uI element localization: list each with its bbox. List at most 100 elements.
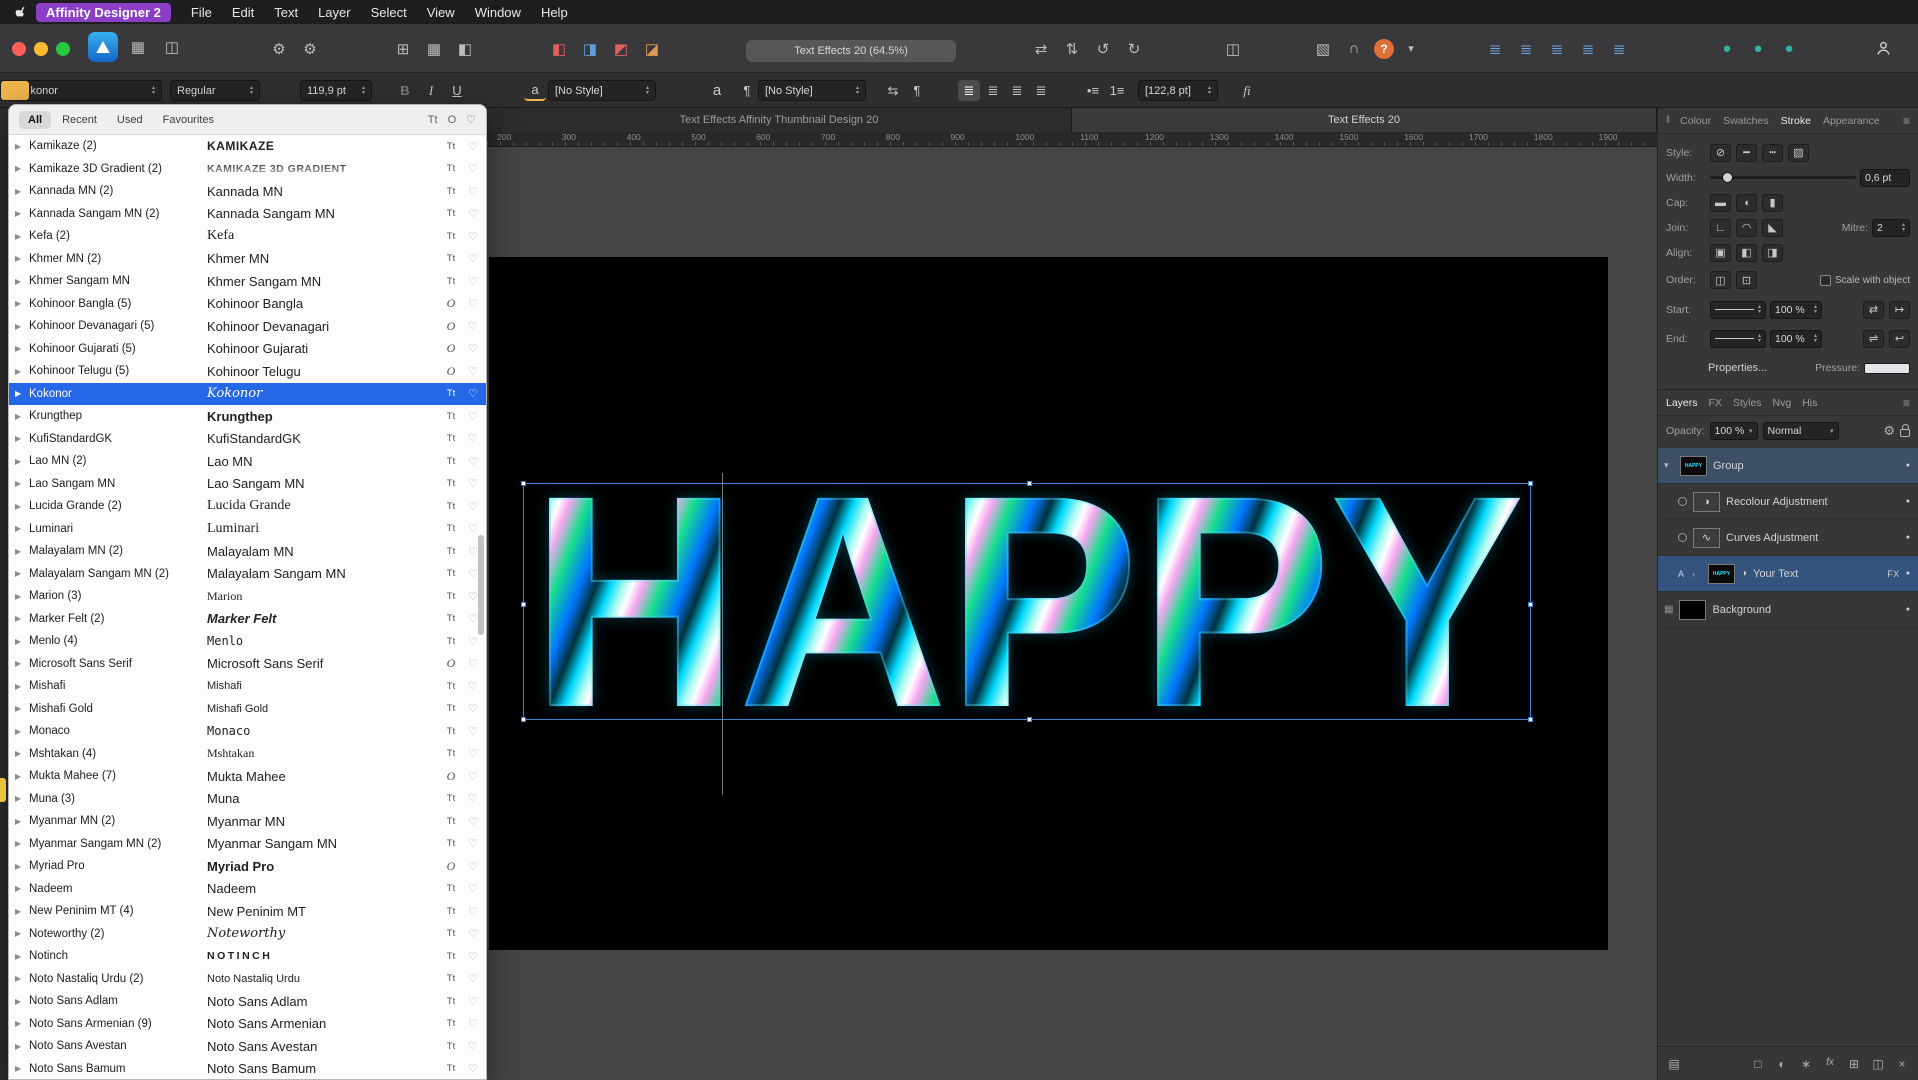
resize-handle-bl[interactable] bbox=[521, 717, 526, 722]
transform-mode-icon[interactable]: ▧ bbox=[1312, 38, 1334, 60]
resize-handle-br[interactable] bbox=[1528, 717, 1533, 722]
font-row-new-peninim-mt-4[interactable]: ▶ New Peninim MT (4) New Peninim MT Tt ♡ bbox=[9, 900, 486, 923]
expand-triangle-icon[interactable]: ▶ bbox=[15, 682, 29, 691]
font-row-noto-sans-bamum[interactable]: ▶ Noto Sans Bamum Noto Sans Bamum Tt ♡ bbox=[9, 1058, 486, 1080]
layer-options-icon[interactable]: ▤ bbox=[1666, 1057, 1682, 1071]
stroke-width-value[interactable]: 0,6 pt bbox=[1860, 168, 1910, 187]
font-type-column-icon[interactable]: Tt bbox=[428, 114, 438, 126]
expand-triangle-icon[interactable]: ▶ bbox=[15, 907, 29, 916]
favourite-icon[interactable]: ♡ bbox=[462, 792, 478, 805]
stroke-back-button[interactable]: ⊡ bbox=[1736, 271, 1757, 289]
menu-layer[interactable]: Layer bbox=[308, 3, 361, 22]
expand-triangle-icon[interactable]: ▶ bbox=[15, 502, 29, 511]
character-style-combo[interactable]: [No Style] ▴ ▾ bbox=[548, 80, 656, 101]
expand-triangle-icon[interactable]: ▶ bbox=[15, 1064, 29, 1073]
underline-button[interactable]: U bbox=[446, 80, 468, 101]
font-row-notinch[interactable]: ▶ Notinch NOTINCH Tt ♡ bbox=[9, 945, 486, 968]
italic-button[interactable]: I bbox=[420, 80, 442, 101]
font-row-mishafi-gold[interactable]: ▶ Mishafi Gold Mishafi Gold Tt ♡ bbox=[9, 698, 486, 721]
font-size-combo[interactable]: 119,9 pt ▴ ▾ bbox=[300, 80, 372, 101]
stroke-dash-button[interactable]: ┅ bbox=[1762, 143, 1783, 162]
favourite-icon[interactable]: ♡ bbox=[462, 297, 478, 310]
expand-triangle-icon[interactable]: ▶ bbox=[15, 457, 29, 466]
favourite-icon[interactable]: ♡ bbox=[462, 770, 478, 783]
stepper-icon[interactable]: ▴ ▾ bbox=[1814, 333, 1817, 344]
expand-triangle-icon[interactable]: ▶ bbox=[15, 322, 29, 331]
font-row-kamikaze-3d-gradient-2[interactable]: ▶ Kamikaze 3D Gradient (2) KAMIKAZE 3D GRA… bbox=[9, 158, 486, 181]
favourites-column-icon[interactable]: ♡ bbox=[466, 113, 476, 126]
resize-handle-tm[interactable] bbox=[1027, 481, 1032, 486]
slider-knob[interactable] bbox=[1721, 172, 1733, 183]
font-row-malayalam-mn-2[interactable]: ▶ Malayalam MN (2) Malayalam MN Tt ♡ bbox=[9, 540, 486, 563]
font-row-noto-sans-adlam[interactable]: ▶ Noto Sans Adlam Noto Sans Adlam Tt ♡ bbox=[9, 990, 486, 1013]
layer-target-icon[interactable] bbox=[1678, 497, 1687, 506]
blend-mode-dropdown[interactable]: Normal ▾ bbox=[1762, 422, 1839, 440]
expand-triangle-icon[interactable]: ▶ bbox=[15, 704, 29, 713]
font-row-kamikaze-2[interactable]: ▶ Kamikaze (2) KAMIKAZE Tt ♡ bbox=[9, 135, 486, 158]
expand-triangle-icon[interactable]: ▶ bbox=[15, 749, 29, 758]
snapping-grid-icon[interactable]: ▦ bbox=[423, 38, 445, 60]
chevron-right-icon[interactable]: › bbox=[1692, 569, 1702, 579]
expand-triangle-icon[interactable]: ▶ bbox=[15, 727, 29, 736]
bold-button[interactable]: B bbox=[394, 80, 416, 101]
favourite-icon[interactable]: ♡ bbox=[462, 927, 478, 940]
help-button[interactable]: ? bbox=[1374, 38, 1394, 59]
align-left-button[interactable]: ≣ bbox=[958, 80, 980, 101]
favourite-icon[interactable]: ♡ bbox=[462, 500, 478, 513]
font-row-luminari[interactable]: ▶ Luminari Luminari Tt ♡ bbox=[9, 518, 486, 541]
expand-triangle-icon[interactable]: ▶ bbox=[15, 974, 29, 983]
favourite-icon[interactable]: ♡ bbox=[462, 972, 478, 985]
apple-menu-icon[interactable] bbox=[10, 6, 32, 19]
favourite-icon[interactable]: ♡ bbox=[462, 252, 478, 265]
layer-thumbnail[interactable]: HAPPY bbox=[1680, 455, 1707, 476]
artboard[interactable]: HAPPY bbox=[489, 257, 1608, 950]
align-tool-button-4[interactable]: ≣ bbox=[1577, 38, 1599, 60]
tab-favourites[interactable]: Favourites bbox=[154, 111, 223, 129]
font-row-mshtakan-4[interactable]: ▶ Mshtakan (4) Mshtakan Tt ♡ bbox=[9, 743, 486, 766]
favourite-icon[interactable]: ♡ bbox=[462, 590, 478, 603]
ligatures-button[interactable]: fi bbox=[1236, 80, 1258, 101]
canvas-text[interactable]: HAPPY bbox=[530, 451, 1524, 753]
stroke-align-centre-button[interactable]: ▣ bbox=[1710, 243, 1731, 262]
menu-file[interactable]: File bbox=[181, 3, 222, 22]
tab-appearance[interactable]: Appearance bbox=[1823, 115, 1880, 127]
cap-square-button[interactable]: ▮ bbox=[1762, 193, 1783, 212]
opacity-dropdown[interactable]: 100 % ▾ bbox=[1709, 422, 1758, 440]
flip-vertical-icon[interactable]: ⇅ bbox=[1061, 38, 1083, 60]
favourite-icon[interactable]: ♡ bbox=[462, 477, 478, 490]
font-list-scrollbar[interactable] bbox=[478, 535, 484, 635]
bullet-list-button[interactable]: •≡ bbox=[1082, 80, 1104, 101]
expand-triangle-icon[interactable]: ▶ bbox=[15, 614, 29, 623]
stroke-width-slider[interactable] bbox=[1710, 172, 1856, 183]
expand-triangle-icon[interactable]: ▶ bbox=[15, 277, 29, 286]
tab-stroke[interactable]: Stroke bbox=[1781, 115, 1811, 127]
visibility-dot[interactable]: ● bbox=[1906, 498, 1910, 505]
font-row-kufistandardgk[interactable]: ▶ KufiStandardGK KufiStandardGK Tt ♡ bbox=[9, 428, 486, 451]
favourite-icon[interactable]: ♡ bbox=[462, 702, 478, 715]
favourite-icon[interactable]: ♡ bbox=[462, 680, 478, 693]
font-row-menlo-4[interactable]: ▶ Menlo (4) Menlo Tt ♡ bbox=[9, 630, 486, 653]
expand-triangle-icon[interactable]: ▶ bbox=[15, 952, 29, 961]
visibility-dot[interactable]: ● bbox=[1906, 606, 1910, 613]
panel-menu-icon[interactable]: ≡ bbox=[1903, 396, 1910, 410]
cap-butt-button[interactable]: ▬ bbox=[1710, 193, 1731, 212]
expand-triangle-icon[interactable]: ▶ bbox=[15, 389, 29, 398]
expand-triangle-icon[interactable]: ▶ bbox=[15, 209, 29, 218]
baseline-shift-icon[interactable]: ⇆ bbox=[882, 80, 904, 101]
font-row-kefa-2[interactable]: ▶ Kefa (2) Kefa Tt ♡ bbox=[9, 225, 486, 248]
end-scale-value[interactable]: 100 % ▴ ▾ bbox=[1770, 329, 1822, 348]
end-line-style-dropdown[interactable]: ▴ ▾ bbox=[1710, 329, 1766, 348]
favourite-icon[interactable]: ♡ bbox=[462, 657, 478, 670]
expand-triangle-icon[interactable]: ▶ bbox=[15, 839, 29, 848]
font-row-kohinoor-telugu-5[interactable]: ▶ Kohinoor Telugu (5) Kohinoor Telugu O ♡ bbox=[9, 360, 486, 383]
tab-layers[interactable]: Layers bbox=[1666, 397, 1698, 409]
blend-options-gear-icon[interactable]: ⚙ bbox=[1883, 423, 1895, 439]
rotate-ccw-icon[interactable]: ↺ bbox=[1092, 38, 1114, 60]
rotate-cw-icon[interactable]: ↻ bbox=[1123, 38, 1145, 60]
favourite-icon[interactable]: ♡ bbox=[462, 747, 478, 760]
expand-triangle-icon[interactable]: ▶ bbox=[15, 187, 29, 196]
adjustment-layer-button[interactable]: ◐ bbox=[1774, 1057, 1790, 1071]
tab-fx[interactable]: FX bbox=[1709, 397, 1722, 409]
expand-triangle-icon[interactable]: ▶ bbox=[15, 412, 29, 421]
favourite-icon[interactable]: ♡ bbox=[462, 275, 478, 288]
